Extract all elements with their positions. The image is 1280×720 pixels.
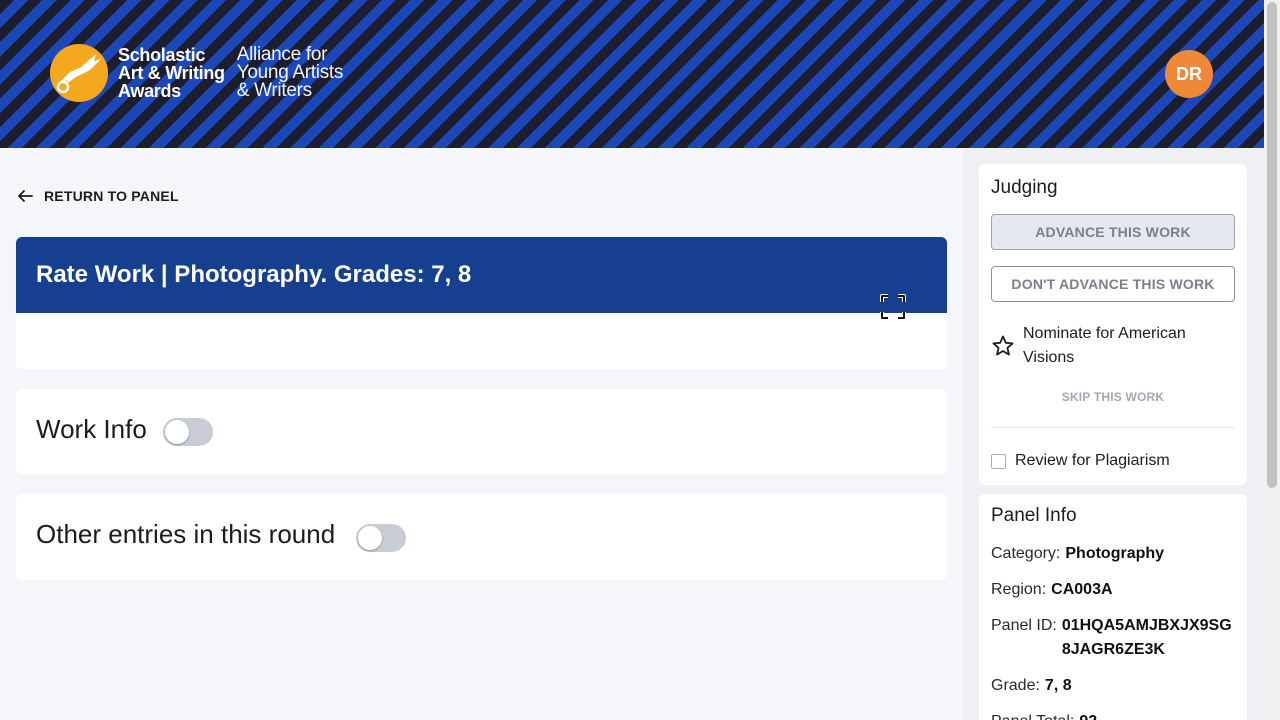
nominate-label: Nominate for American Visions [1023, 325, 1186, 366]
panel-id-value: 01HQA5AMJBXJX9SG8JAGR6ZE3K [1061, 617, 1232, 658]
plagiarism-checkbox[interactable] [991, 453, 1006, 469]
logo-emblem-icon [50, 44, 108, 102]
logo-title: Scholastic Art & Writing Awards [118, 46, 225, 100]
judging-card: Judging ADVANCE THIS WORK DON'T ADVANCE … [979, 164, 1247, 485]
region-label: Region: [991, 581, 1047, 598]
logo-subtitle: Alliance for Young Artists & Writers [236, 45, 344, 101]
scholastic-logo[interactable]: Scholastic Art & Writing Awards Alliance… [50, 44, 343, 102]
return-label: RETURN TO PANEL [44, 188, 179, 204]
panel-info-card: Panel Info Category: Photography Region:… [979, 494, 1247, 720]
divider [991, 427, 1235, 428]
logo-sub-3: & Writers [236, 80, 312, 101]
grade-value: 7, 8 [1044, 677, 1072, 694]
panel-total-value: 92 [1079, 710, 1097, 720]
nominate-american-visions[interactable]: Nominate for American Visions [991, 322, 1233, 370]
panel-id-label: Panel ID: [991, 617, 1057, 634]
logo-line-3: Awards [118, 81, 181, 101]
judging-title: Judging [991, 177, 1058, 198]
star-icon [992, 335, 1014, 356]
right-sidebar: Judging ADVANCE THIS WORK DON'T ADVANCE … [963, 148, 1264, 720]
site-header: Scholastic Art & Writing Awards Alliance… [0, 0, 1264, 148]
dont-advance-work-button[interactable]: DON'T ADVANCE THIS WORK [991, 266, 1235, 302]
other-entries-title: Other entries in this round [36, 519, 336, 549]
grade-label: Grade: [991, 677, 1040, 694]
panel-total-label: Panel Total: [991, 710, 1074, 720]
return-to-panel-link[interactable]: RETURN TO PANEL [17, 188, 179, 204]
rate-work-title: Rate Work | Photography. Grades: 7, 8 [36, 261, 472, 288]
user-avatar[interactable]: DR [1165, 50, 1213, 98]
category-label: Category: [991, 545, 1061, 562]
work-info-toggle[interactable] [163, 418, 213, 446]
other-entries-toggle[interactable] [356, 524, 406, 552]
grade-row: Grade: 7, 8 [991, 674, 1072, 698]
panel-total-row: Panel Total: 92 [991, 710, 1097, 720]
fullscreen-button[interactable] [880, 294, 906, 320]
category-row: Category: Photography [991, 542, 1164, 566]
panel-id-row: Panel ID: 01HQA5AMJBXJX9SG8JAGR6ZE3K [991, 614, 1232, 662]
region-row: Region: CA003A [991, 578, 1113, 602]
plagiarism-checkbox-row[interactable]: Review for Plagiarism [991, 452, 1170, 470]
region-value: CA003A [1051, 581, 1113, 598]
panel-info-title: Panel Info [991, 505, 1077, 526]
work-info-card: Work Info [16, 389, 947, 474]
scrollbar-thumb[interactable] [1267, 2, 1277, 488]
other-entries-card: Other entries in this round [16, 494, 947, 580]
category-value: Photography [1065, 545, 1165, 562]
logo-line-2: Art & Writing [118, 63, 225, 83]
rate-work-header: Rate Work | Photography. Grades: 7, 8 [16, 237, 947, 313]
logo-line-1: Scholastic [118, 45, 206, 65]
plagiarism-label: Review for Plagiarism [1015, 452, 1170, 469]
work-info-title: Work Info [36, 414, 147, 444]
skip-work-button[interactable]: SKIP THIS WORK [979, 390, 1247, 404]
advance-work-button[interactable]: ADVANCE THIS WORK [991, 214, 1235, 250]
page-scrollbar[interactable] [1264, 0, 1280, 720]
fullscreen-icon [880, 294, 906, 320]
rate-work-card: Rate Work | Photography. Grades: 7, 8 [16, 237, 947, 369]
arrow-left-icon [18, 190, 33, 202]
